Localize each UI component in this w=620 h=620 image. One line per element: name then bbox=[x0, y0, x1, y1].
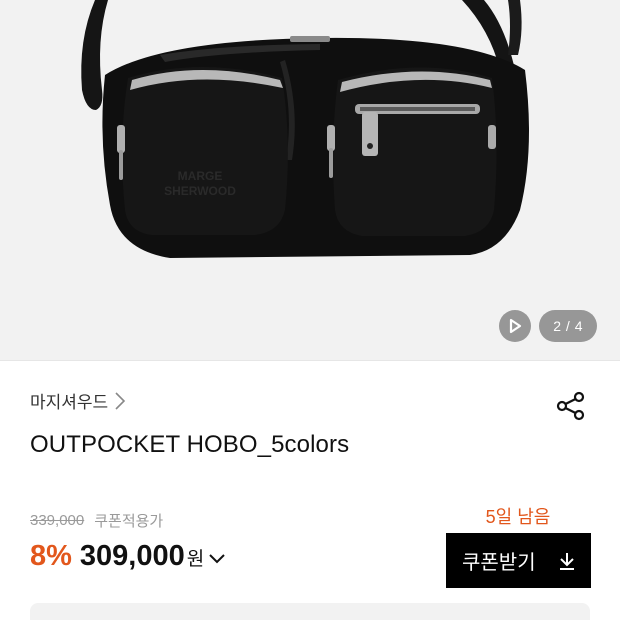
get-coupon-button[interactable]: 쿠폰받기 bbox=[446, 533, 591, 588]
svg-text:MARGE: MARGE bbox=[178, 169, 223, 183]
product-image-gallery[interactable]: MARGE SHERWOOD 2 / 4 bbox=[0, 0, 620, 360]
slide-controls: 2 / 4 bbox=[499, 310, 597, 342]
chevron-right-icon bbox=[115, 391, 126, 410]
coupon-applied-label: 쿠폰적용가 bbox=[94, 513, 164, 530]
discount-rate: 8% bbox=[30, 540, 72, 572]
coupon-days-left: 5일 남음 bbox=[485, 507, 551, 527]
svg-text:SHERWOOD: SHERWOOD bbox=[164, 184, 236, 198]
play-button[interactable] bbox=[499, 310, 532, 342]
share-button[interactable] bbox=[553, 388, 589, 424]
original-price: 339,000 bbox=[30, 512, 85, 529]
price-row: 8% 309,000 원 bbox=[30, 540, 226, 573]
sale-price: 309,000 bbox=[79, 540, 185, 572]
product-title: OUTPOCKET HOBO_5colors bbox=[30, 431, 350, 458]
original-price-row: 339,000 쿠폰적용가 bbox=[30, 510, 163, 531]
chevron-down-icon bbox=[209, 553, 225, 563]
brand-name: 마지셔우드 bbox=[30, 393, 109, 412]
info-box bbox=[30, 603, 590, 620]
currency-unit: 원 bbox=[186, 549, 205, 570]
get-coupon-label: 쿠폰받기 bbox=[462, 552, 536, 574]
product-image: MARGE SHERWOOD bbox=[81, 0, 529, 259]
brand-link[interactable]: 마지셔우드 bbox=[30, 388, 126, 413]
price-detail-toggle[interactable] bbox=[208, 553, 226, 565]
share-icon bbox=[556, 391, 585, 421]
image-pager: 2 / 4 bbox=[539, 310, 597, 342]
divider bbox=[0, 360, 620, 361]
play-icon bbox=[510, 318, 522, 334]
download-icon bbox=[560, 552, 574, 570]
